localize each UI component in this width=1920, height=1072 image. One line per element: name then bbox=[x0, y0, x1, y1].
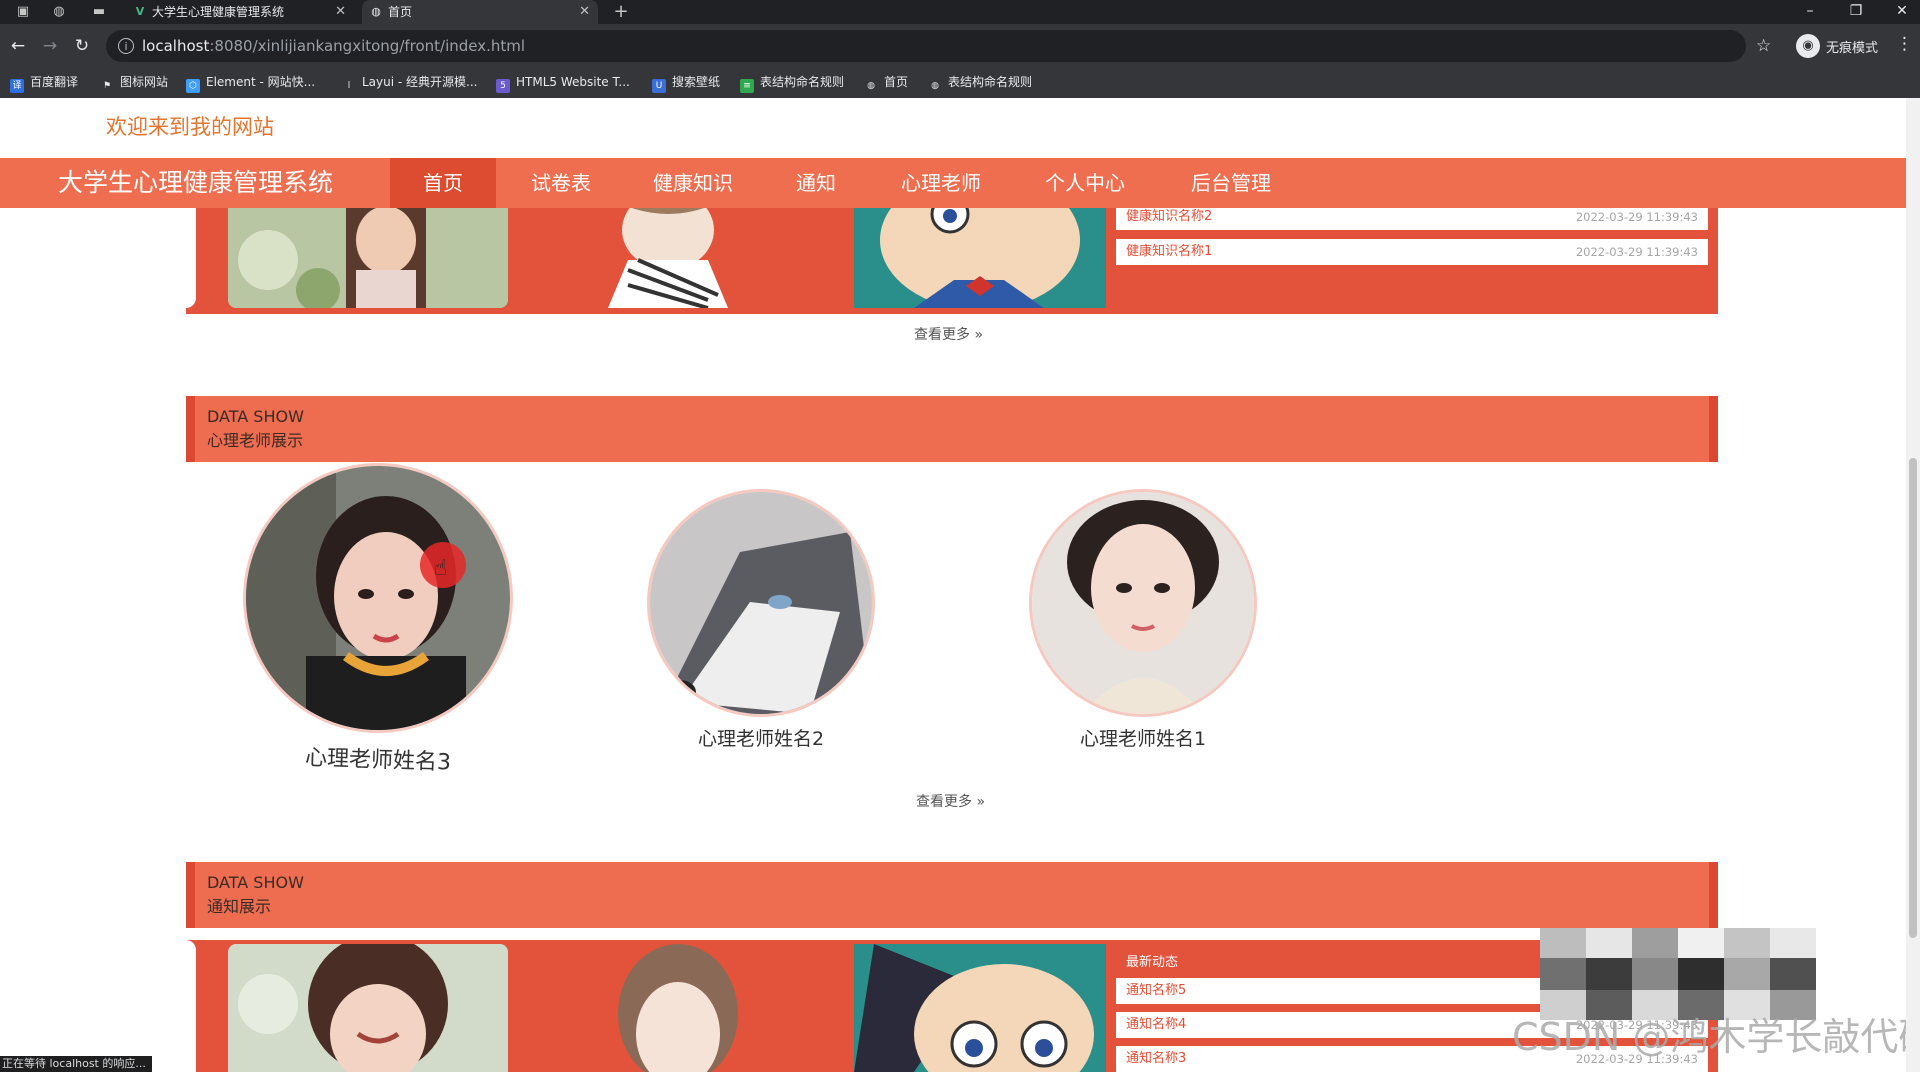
flag-icon: ⚑ bbox=[102, 81, 112, 91]
reload-icon[interactable]: ↻ bbox=[70, 34, 94, 58]
element-logo-icon: ⬡ bbox=[186, 79, 200, 93]
translate-icon: 译 bbox=[10, 79, 24, 93]
pixelated-overlay bbox=[1540, 928, 1816, 1020]
section-title-en: DATA SHOW bbox=[207, 873, 304, 892]
tab-system[interactable]: V 大学生心理健康管理系统 ✕ bbox=[126, 0, 354, 24]
globe-icon: ◍ bbox=[371, 5, 381, 18]
bookmark-item[interactable]: 5 HTML5 Website T... bbox=[496, 70, 630, 94]
nav-knowledge[interactable]: 健康知识 bbox=[640, 158, 746, 208]
carousel-photo-1[interactable] bbox=[228, 944, 508, 1072]
bookmark-item[interactable]: U 搜索壁纸 bbox=[652, 70, 720, 94]
status-bar: 正在等待 localhost 的响应... bbox=[0, 1056, 152, 1072]
nav-exam[interactable]: 试卷表 bbox=[520, 158, 602, 208]
close-icon[interactable]: ✕ bbox=[579, 0, 590, 24]
cartoon-boy-image bbox=[854, 200, 1106, 308]
teacher-photo-image bbox=[246, 466, 510, 730]
teachers-section-header: DATA SHOW 心理老师展示 bbox=[186, 396, 1718, 462]
url-text[interactable]: localhost:8080/xinlijiankangxitong/front… bbox=[142, 36, 525, 56]
html5-logo-icon: 5 bbox=[496, 79, 510, 93]
cartoon-boy-image bbox=[854, 944, 1106, 1072]
globe-icon: ◍ bbox=[931, 81, 939, 91]
knowledge-more-link[interactable]: 查看更多 » bbox=[914, 325, 983, 345]
double-chevron-right-icon: » bbox=[976, 794, 986, 810]
photo-girl-image bbox=[228, 944, 508, 1072]
bookmark-item[interactable]: 译百度翻译 bbox=[10, 70, 78, 94]
panel-edge bbox=[186, 940, 196, 1072]
hand-cursor-icon: ☝ bbox=[434, 556, 448, 581]
minimize-icon[interactable]: – bbox=[1790, 0, 1830, 24]
bookmark-item[interactable]: ⚑ 图标网站 bbox=[100, 70, 168, 94]
nav-admin[interactable]: 后台管理 bbox=[1178, 158, 1284, 208]
close-icon[interactable]: ✕ bbox=[335, 0, 346, 24]
restore-icon[interactable]: ❐ bbox=[1836, 0, 1876, 24]
menu-icon[interactable]: ⋮ bbox=[1896, 34, 1913, 54]
teacher-avatar-3[interactable] bbox=[246, 466, 510, 730]
bookmark-item[interactable]: ◍ 表结构命名规则 bbox=[928, 70, 1032, 94]
section-title-cn: 通知展示 bbox=[207, 897, 272, 916]
husky-photo-image bbox=[650, 492, 872, 714]
double-chevron-right-icon: » bbox=[974, 327, 984, 343]
teacher-photo-image bbox=[1032, 492, 1254, 714]
tab-title: 大学生心理健康管理系统 bbox=[152, 5, 285, 19]
back-icon[interactable]: ← bbox=[6, 34, 30, 58]
carousel-photo-2[interactable] bbox=[568, 944, 768, 1072]
sheet-icon: ≡ bbox=[740, 79, 754, 93]
bookmark-item[interactable]: ≡ 表结构命名规则 bbox=[740, 70, 844, 94]
teacher-name[interactable]: 心理老师姓名2 bbox=[661, 726, 861, 752]
site-brand[interactable]: 大学生心理健康管理系统 bbox=[58, 165, 333, 201]
new-tab-icon[interactable]: + bbox=[612, 3, 630, 21]
carousel-photo-3[interactable] bbox=[854, 944, 1106, 1072]
tab-home[interactable]: ◍ 首页 ✕ bbox=[362, 0, 598, 24]
window-icon[interactable]: ▬ bbox=[90, 3, 108, 21]
info-icon[interactable]: i bbox=[118, 38, 134, 54]
section-title-cn: 心理老师展示 bbox=[207, 431, 304, 450]
app-icon[interactable]: ▣ bbox=[14, 3, 32, 21]
bookmark-item[interactable]: l Layui - 经典开源模... bbox=[342, 70, 478, 94]
panel-edge bbox=[186, 204, 196, 308]
carousel-photo-1[interactable] bbox=[228, 200, 508, 308]
teacher-avatar-2[interactable] bbox=[650, 492, 872, 714]
bookmark-item[interactable]: ⬡ Element - 网站快... bbox=[186, 70, 315, 94]
forward-icon[interactable]: → bbox=[38, 34, 62, 58]
layui-logo-icon: l bbox=[347, 81, 351, 91]
globe-icon: ◍ bbox=[867, 81, 875, 91]
incognito-icon[interactable]: ◉ bbox=[1796, 34, 1820, 58]
photo-girl-image bbox=[228, 200, 508, 308]
nav-home[interactable]: 首页 bbox=[390, 158, 496, 208]
nav-profile[interactable]: 个人中心 bbox=[1032, 158, 1138, 208]
nav-teachers[interactable]: 心理老师 bbox=[888, 158, 994, 208]
bookmark-star-icon[interactable]: ☆ bbox=[1756, 34, 1771, 58]
cartoon-girl-image bbox=[568, 200, 768, 308]
latest-label: 最新动态 bbox=[1126, 955, 1179, 970]
watermark: CSDN @鸿木学长敲代码 bbox=[1512, 1015, 1920, 1059]
notices-section-header: DATA SHOW 通知展示 bbox=[186, 862, 1718, 928]
vue-logo-icon: V bbox=[135, 5, 145, 18]
section-title-en: DATA SHOW bbox=[207, 407, 304, 426]
tab-title: 首页 bbox=[388, 5, 413, 19]
carousel-photo-3[interactable] bbox=[854, 200, 1106, 308]
welcome-text: 欢迎来到我的网站 bbox=[106, 115, 274, 139]
globe-icon[interactable]: ◍ bbox=[50, 3, 68, 21]
carousel-photo-2[interactable] bbox=[568, 200, 768, 308]
teacher-avatar-1[interactable] bbox=[1032, 492, 1254, 714]
teacher-name[interactable]: 心理老师姓名1 bbox=[1043, 726, 1243, 752]
knowledge-item[interactable]: 健康知识名称1 2022-03-29 11:39:43 bbox=[1116, 239, 1708, 265]
wallpaper-logo-icon: U bbox=[652, 79, 666, 93]
bookmark-item[interactable]: ◍ 首页 bbox=[864, 70, 908, 94]
teacher-name[interactable]: 心理老师姓名3 bbox=[278, 745, 479, 778]
close-window-icon[interactable]: ✕ bbox=[1882, 0, 1920, 24]
incognito-label[interactable]: 无痕模式 bbox=[1826, 37, 1878, 56]
scrollbar-thumb[interactable] bbox=[1909, 458, 1917, 938]
mosaic-image bbox=[1540, 928, 1816, 1020]
nav-notice[interactable]: 通知 bbox=[780, 158, 852, 208]
cartoon-girl-image bbox=[568, 944, 768, 1072]
teachers-more-link[interactable]: 查看更多 » bbox=[916, 792, 985, 812]
